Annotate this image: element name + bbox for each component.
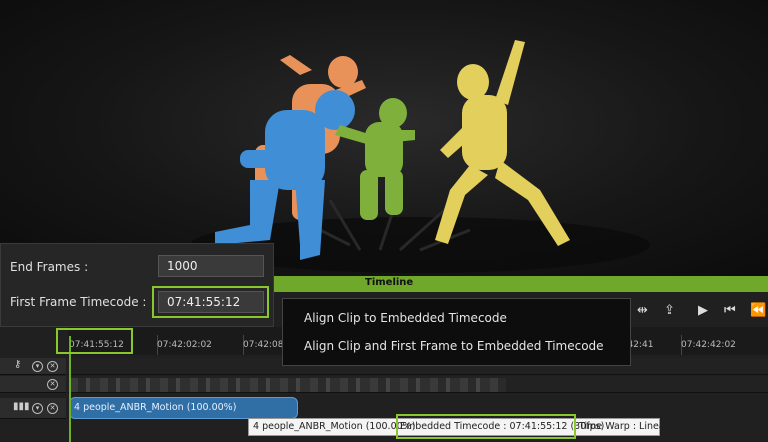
- viewport-scene: [190, 40, 650, 273]
- prev-icon[interactable]: ⏪: [750, 303, 766, 318]
- end-frames-label: End Frames :: [10, 260, 89, 274]
- transport-controls: ⇹ ⇪ ▶ ⏮ ⏪: [632, 300, 768, 328]
- track-controls: ▮▮▮ ▾ ✕: [0, 398, 66, 419]
- motion-clip[interactable]: 4 people_ANBR_Motion (100.00%): [69, 397, 298, 419]
- embedded-timecode-highlight: [396, 414, 576, 439]
- menu-item-align-clip-first-frame[interactable]: Align Clip and First Frame to Embedded T…: [304, 339, 604, 353]
- clip-label: 4 people_ANBR_Motion (100.00%): [74, 402, 237, 413]
- close-icon[interactable]: ✕: [47, 361, 58, 372]
- export-icon[interactable]: ⇪: [664, 303, 675, 318]
- bars-icon[interactable]: ▮▮▮: [13, 401, 30, 412]
- tooltip-clip: 4 people_ANBR_Motion (100.00%): [253, 421, 416, 432]
- skip-start-icon[interactable]: ⏮: [724, 303, 736, 318]
- close-icon[interactable]: ✕: [47, 403, 58, 414]
- dropdown-icon[interactable]: ▾: [32, 403, 43, 414]
- first-frame-timecode-label: First Frame Timecode :: [10, 295, 147, 309]
- menu-item-align-clip[interactable]: Align Clip to Embedded Timecode: [304, 311, 507, 325]
- end-frames-field[interactable]: 1000: [158, 255, 264, 277]
- play-icon[interactable]: ▶: [698, 303, 708, 318]
- track-controls: ✕: [0, 376, 66, 393]
- fit-icon[interactable]: ⇹: [637, 303, 648, 318]
- timecode-highlight: [152, 286, 269, 318]
- keyframe-strip[interactable]: [70, 378, 506, 392]
- tick-label: 07:42:02:02: [157, 340, 212, 350]
- tooltip-time-warp: Time Warp : Linear: [579, 421, 669, 432]
- align-context-menu: Align Clip to Embedded Timecode Align Cl…: [282, 298, 631, 366]
- ruler-highlight: [56, 328, 133, 354]
- close-icon[interactable]: ✕: [47, 379, 58, 390]
- key-icon[interactable]: ⚷: [14, 359, 21, 370]
- tick-label: 07:42:42:02: [681, 340, 736, 350]
- tick-label: 07:42:08:: [243, 340, 287, 350]
- track-controls: ⚷ ▾ ✕: [0, 358, 66, 375]
- dropdown-icon[interactable]: ▾: [32, 361, 43, 372]
- 3d-viewport[interactable]: [0, 0, 768, 276]
- timeline-title: Timeline: [365, 277, 414, 288]
